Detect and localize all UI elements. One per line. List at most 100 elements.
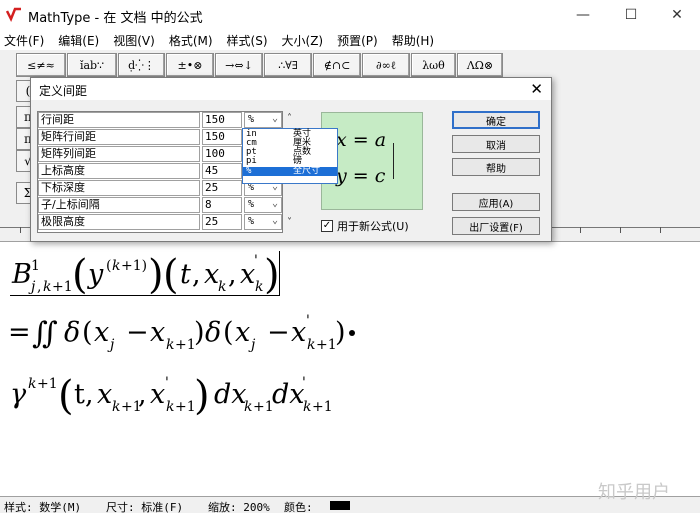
menu-style[interactable]: 样式(S) bbox=[227, 32, 268, 49]
factory-settings-button[interactable]: 出厂设置(F) bbox=[452, 217, 540, 235]
svg-text:k: k bbox=[28, 376, 36, 392]
svg-text:,: , bbox=[228, 259, 237, 290]
svg-text:(: ( bbox=[82, 317, 93, 348]
dialog-title-bar: 定义间距 ✕ bbox=[31, 78, 551, 100]
svg-text:k: k bbox=[112, 258, 120, 274]
unit-option[interactable]: in 英寸 bbox=[243, 130, 337, 139]
spacing-label: 矩阵列间距 bbox=[38, 146, 200, 162]
palette-logic[interactable]: ∴∀∃ bbox=[264, 53, 312, 77]
menu-size[interactable]: 大小(Z) bbox=[282, 32, 324, 49]
spacing-value[interactable]: 25 bbox=[202, 180, 242, 196]
status-zoom: 缩放: 200% bbox=[208, 501, 270, 513]
palette-arrows[interactable]: →⇔↓ bbox=[215, 53, 263, 77]
svg-text:': ' bbox=[165, 375, 169, 391]
cancel-button[interactable]: 取消 bbox=[452, 135, 540, 153]
use-for-new-checkbox[interactable]: ✓ 用于新公式(U) bbox=[321, 218, 409, 234]
unit-select[interactable]: %⌄ bbox=[244, 214, 282, 230]
menu-help[interactable]: 帮助(H) bbox=[392, 32, 434, 49]
color-swatch[interactable] bbox=[330, 501, 350, 510]
palette-spaces[interactable]: ǐab∵ bbox=[67, 53, 117, 77]
maximize-button[interactable]: ☐ bbox=[608, 0, 654, 30]
svg-text:,: , bbox=[37, 279, 41, 295]
spacing-value[interactable]: 150 bbox=[202, 112, 242, 128]
svg-text:x: x bbox=[291, 317, 306, 348]
status-color-label: 颜色: bbox=[284, 501, 313, 513]
svg-text:δ: δ bbox=[64, 317, 80, 348]
menu-view[interactable]: 视图(V) bbox=[113, 32, 155, 49]
svg-text:B: B bbox=[11, 259, 32, 290]
spacing-row: 行间距 150 % ⌄ bbox=[38, 112, 282, 129]
menu-edit[interactable]: 编辑(E) bbox=[58, 32, 99, 49]
help-button[interactable]: 帮助 bbox=[452, 158, 540, 176]
palette-relations[interactable]: ≤≠≈ bbox=[16, 53, 66, 77]
preview-equation-2: y = c bbox=[336, 165, 386, 187]
chevron-down-icon: ⌄ bbox=[271, 215, 278, 226]
svg-text:): ) bbox=[148, 252, 164, 298]
dialog-title: 定义间距 bbox=[39, 84, 88, 98]
svg-text:x: x bbox=[235, 317, 250, 348]
formula-render: B 1 j , k +1 ( y ( k +1) ) ( t , x k , x… bbox=[8, 251, 355, 419]
palette-greek-lower[interactable]: λωθ bbox=[411, 53, 456, 77]
unit-select[interactable]: %⌄ bbox=[244, 197, 282, 213]
svg-text:t: t bbox=[180, 259, 191, 290]
spacing-value[interactable]: 45 bbox=[202, 163, 242, 179]
spacing-value[interactable]: 25 bbox=[202, 214, 242, 230]
unit-select[interactable]: %⌄ bbox=[244, 112, 282, 128]
spacing-value[interactable]: 100 bbox=[202, 146, 242, 162]
svg-text:dx: dx bbox=[214, 379, 247, 410]
spacing-label: 下标深度 bbox=[38, 180, 200, 196]
svg-text:+1: +1 bbox=[175, 337, 196, 353]
dialog-close-icon[interactable]: ✕ bbox=[530, 80, 543, 98]
spacing-value[interactable]: 150 bbox=[202, 129, 242, 145]
menu-preferences[interactable]: 预置(P) bbox=[337, 32, 378, 49]
unit-option-selected[interactable]: % 全尺寸 bbox=[243, 167, 337, 176]
svg-text:+1: +1 bbox=[52, 279, 73, 295]
equation-editor[interactable]: B 1 j , k +1 ( y ( k +1) ) ( t , x k , x… bbox=[0, 243, 700, 495]
svg-text:x: x bbox=[150, 317, 165, 348]
svg-text:': ' bbox=[254, 253, 258, 269]
menu-format[interactable]: 格式(M) bbox=[169, 32, 213, 49]
ok-button[interactable]: 确定 bbox=[452, 111, 540, 129]
svg-text:(: ( bbox=[106, 258, 111, 274]
unit-option[interactable]: pt 点数 bbox=[243, 148, 337, 157]
svg-text:): ) bbox=[335, 317, 346, 348]
spacing-label: 上标高度 bbox=[38, 163, 200, 179]
spacing-value[interactable]: 8 bbox=[202, 197, 242, 213]
close-window-button[interactable]: ✕ bbox=[654, 0, 700, 30]
svg-text:(: ( bbox=[58, 373, 74, 419]
unit-dropdown-list: in 英寸 cm 厘米 pt 点数 pi 磅 % 全尺寸 bbox=[242, 128, 338, 184]
spacing-indicator-icon bbox=[393, 143, 395, 179]
apply-button[interactable]: 应用(A) bbox=[452, 193, 540, 211]
unit-option[interactable]: pi 磅 bbox=[243, 157, 337, 166]
svg-text:γ: γ bbox=[10, 379, 27, 410]
preview-equation-1: x = a bbox=[336, 129, 387, 151]
svg-text:x: x bbox=[94, 317, 109, 348]
watermark: 知乎用户 bbox=[598, 482, 670, 503]
svg-text:k: k bbox=[255, 279, 263, 295]
svg-text:): ) bbox=[194, 317, 205, 348]
svg-text:,: , bbox=[85, 379, 94, 410]
svg-text:': ' bbox=[302, 375, 306, 391]
menu-file[interactable]: 文件(F) bbox=[4, 32, 44, 49]
svg-text:+1): +1) bbox=[121, 258, 147, 274]
chevron-down-icon: ⌄ bbox=[271, 113, 278, 124]
svg-text:k: k bbox=[218, 279, 226, 295]
svg-text:k: k bbox=[244, 399, 252, 415]
palette-greek-upper[interactable]: ΛΩ⊗ bbox=[457, 53, 503, 77]
spacing-label: 子/上标间隔 bbox=[38, 197, 200, 213]
svg-text:x: x bbox=[240, 259, 255, 290]
chevron-down-icon: ⌄ bbox=[271, 198, 278, 209]
svg-text:+1: +1 bbox=[37, 376, 58, 392]
svg-text:(: ( bbox=[72, 252, 88, 298]
palette-sets[interactable]: ∉∩⊂ bbox=[313, 53, 361, 77]
svg-text:=: = bbox=[8, 317, 31, 348]
palette-embellishments[interactable]: ḍ⁛⋮ bbox=[118, 53, 165, 77]
window-title: MathType - 在 文档 中的公式 bbox=[28, 11, 203, 26]
svg-text:+1: +1 bbox=[312, 399, 333, 415]
palette-operators[interactable]: ±•⊗ bbox=[166, 53, 214, 77]
palette-misc[interactable]: ∂∞ℓ bbox=[362, 53, 410, 77]
minimize-button[interactable]: — bbox=[560, 0, 606, 30]
unit-option[interactable]: cm 厘米 bbox=[243, 139, 337, 148]
title-bar: MathType - 在 文档 中的公式 — ☐ ✕ bbox=[0, 0, 700, 30]
svg-text:x: x bbox=[204, 259, 219, 290]
